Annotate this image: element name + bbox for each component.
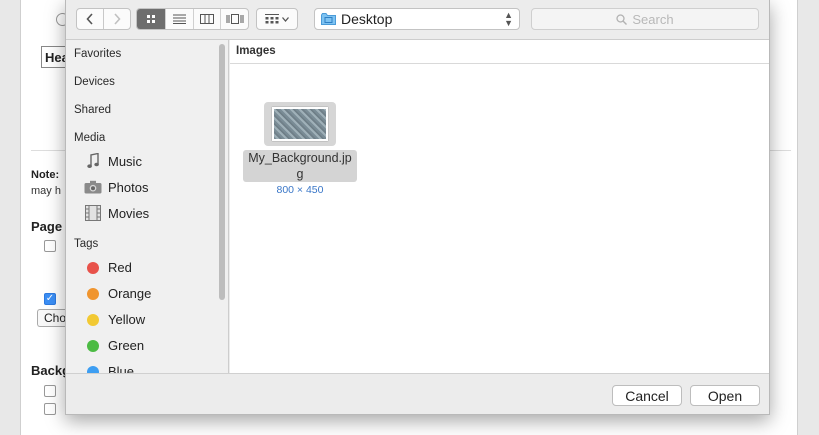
sidebar-scrollbar[interactable] <box>219 44 225 300</box>
desktop-folder-icon <box>321 13 336 25</box>
sidebar-header-tags: Tags <box>74 238 99 250</box>
camera-icon <box>84 179 102 195</box>
location-label: Desktop <box>341 11 393 27</box>
background-choose-button[interactable]: Cho <box>37 309 67 327</box>
cancel-button[interactable]: Cancel <box>612 385 682 406</box>
background-checkbox[interactable] <box>44 403 56 415</box>
sidebar-item-label: Yellow <box>108 312 146 327</box>
background-note-label: Note: <box>31 169 60 181</box>
background-checkbox[interactable] <box>44 385 56 397</box>
dialog-footer: Cancel Open <box>66 373 769 414</box>
sidebar-item-label: Music <box>108 153 142 169</box>
search-field[interactable]: Search <box>531 8 759 30</box>
sidebar-item-label: Blue <box>108 364 135 373</box>
list-view-button[interactable] <box>164 9 193 29</box>
open-file-dialog: Desktop ▲ ▼ Search Favorites Devices Shar… <box>65 0 770 415</box>
view-mode-buttons <box>136 8 249 30</box>
sidebar-item-label: Orange <box>108 286 152 301</box>
arrange-button[interactable] <box>256 8 298 30</box>
dialog-toolbar: Desktop ▲ ▼ Search <box>66 0 769 40</box>
file-name: My_Background.jpg <box>243 150 357 182</box>
forward-button[interactable] <box>103 9 130 29</box>
column-header: Images <box>230 40 769 64</box>
background-page-label: Page <box>31 219 63 234</box>
column-view-button[interactable] <box>192 9 221 29</box>
sidebar-tag-blue[interactable]: Blue <box>84 364 134 373</box>
sidebar-item-label: Photos <box>108 179 149 195</box>
search-placeholder: Search <box>632 11 674 27</box>
arrange-grid-icon <box>265 14 279 24</box>
sidebar-tag-yellow[interactable]: Yellow <box>84 312 145 327</box>
sidebar-tag-green[interactable]: Green <box>84 338 144 353</box>
back-button[interactable] <box>77 9 103 29</box>
file-dimensions: 800 × 450 <box>276 184 324 196</box>
cover-flow-view-button[interactable] <box>220 9 248 29</box>
sidebar-item-label: Red <box>108 260 132 275</box>
columns-icon <box>199 14 214 24</box>
orange-tag-dot-icon <box>87 287 99 300</box>
red-tag-dot-icon <box>87 261 99 274</box>
navigation-buttons <box>76 8 131 30</box>
cover-flow-icon <box>226 14 244 24</box>
green-tag-dot-icon <box>87 339 99 352</box>
location-popup[interactable]: Desktop ▲ ▼ <box>314 8 520 30</box>
sidebar-item-movies[interactable]: Movies <box>84 205 149 221</box>
music-note-icon <box>84 153 102 169</box>
chevron-left-icon <box>86 13 93 25</box>
yellow-tag-dot-icon <box>87 313 99 326</box>
sidebar-item-music[interactable]: Music <box>84 153 142 169</box>
sidebar: Favorites Devices Shared Media Music Pho… <box>66 40 229 373</box>
sidebar-header-shared[interactable]: Shared <box>74 104 111 116</box>
icon-grid-icon <box>146 15 155 23</box>
icon-view-button[interactable] <box>137 9 165 29</box>
background-note-text: may h <box>31 185 61 197</box>
sidebar-header-favorites[interactable]: Favorites <box>74 48 121 60</box>
sidebar-item-label: Green <box>108 338 145 353</box>
sidebar-header-media: Media <box>74 132 106 144</box>
sidebar-header-devices[interactable]: Devices <box>74 76 115 88</box>
file-thumbnail-selection <box>264 102 336 146</box>
sidebar-item-label: Movies <box>108 205 150 221</box>
image-thumbnail <box>272 107 328 141</box>
background-checkbox[interactable] <box>44 240 56 252</box>
blue-tag-dot-icon <box>87 365 99 373</box>
open-button[interactable]: Open <box>690 385 760 406</box>
sidebar-tag-orange[interactable]: Orange <box>84 286 151 301</box>
chevron-down-icon <box>282 16 289 22</box>
updown-arrows-icon: ▲ ▼ <box>504 10 513 28</box>
file-item[interactable]: My_Background.jpg 800 × 450 <box>242 102 358 196</box>
background-checkbox-checked[interactable]: ✓ <box>44 293 56 305</box>
sidebar-tag-red[interactable]: Red <box>84 260 132 275</box>
chevron-right-icon <box>114 13 121 25</box>
list-icon <box>172 14 186 24</box>
film-icon <box>84 205 102 221</box>
file-browser-content: Images My_Background.jpg 800 × 450 <box>230 40 769 373</box>
search-icon <box>616 13 628 25</box>
sidebar-item-photos[interactable]: Photos <box>84 179 148 195</box>
